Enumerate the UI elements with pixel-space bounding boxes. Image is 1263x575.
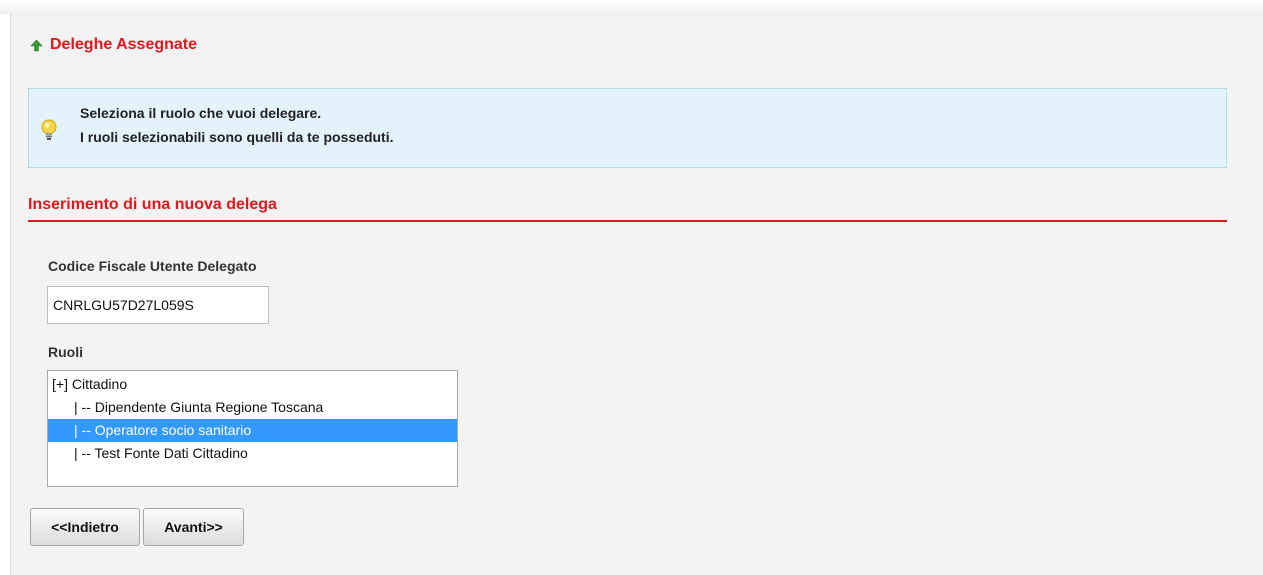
top-shade <box>0 0 1263 14</box>
role-option-cittadino[interactable]: [+] Cittadino <box>48 373 457 396</box>
role-option-test-fonte-dati[interactable]: | -- Test Fonte Dati Cittadino <box>48 442 457 465</box>
section-divider <box>28 220 1227 222</box>
roles-label: Ruoli <box>48 344 83 360</box>
up-arrow-icon[interactable] <box>30 39 43 52</box>
next-button[interactable]: Avanti>> <box>143 508 244 546</box>
info-text-line-1: Seleziona il ruolo che vuoi delegare. <box>80 105 322 121</box>
section-title: Inserimento di una nuova delega <box>28 196 277 213</box>
role-option-dipendente-giunta[interactable]: | -- Dipendente Giunta Regione Toscana <box>48 396 457 419</box>
page: Deleghe Assegnate Seleziona il ruolo che… <box>0 0 1263 575</box>
role-option-operatore-socio-sanitario[interactable]: | -- Operatore socio sanitario <box>48 419 457 442</box>
info-box: Seleziona il ruolo che vuoi delegare. I … <box>28 88 1227 168</box>
roles-listbox[interactable]: [+] Cittadino | -- Dipendente Giunta Reg… <box>47 370 458 487</box>
lightbulb-icon <box>40 119 58 141</box>
page-title: Deleghe Assegnate <box>50 36 198 53</box>
codice-fiscale-label: Codice Fiscale Utente Delegato <box>48 258 257 274</box>
codice-fiscale-input[interactable] <box>47 286 269 324</box>
info-text-line-2: I ruoli selezionabili sono quelli da te … <box>80 129 394 145</box>
page-heading: Deleghe Assegnate <box>30 34 197 56</box>
back-button[interactable]: <<Indietro <box>30 508 140 546</box>
